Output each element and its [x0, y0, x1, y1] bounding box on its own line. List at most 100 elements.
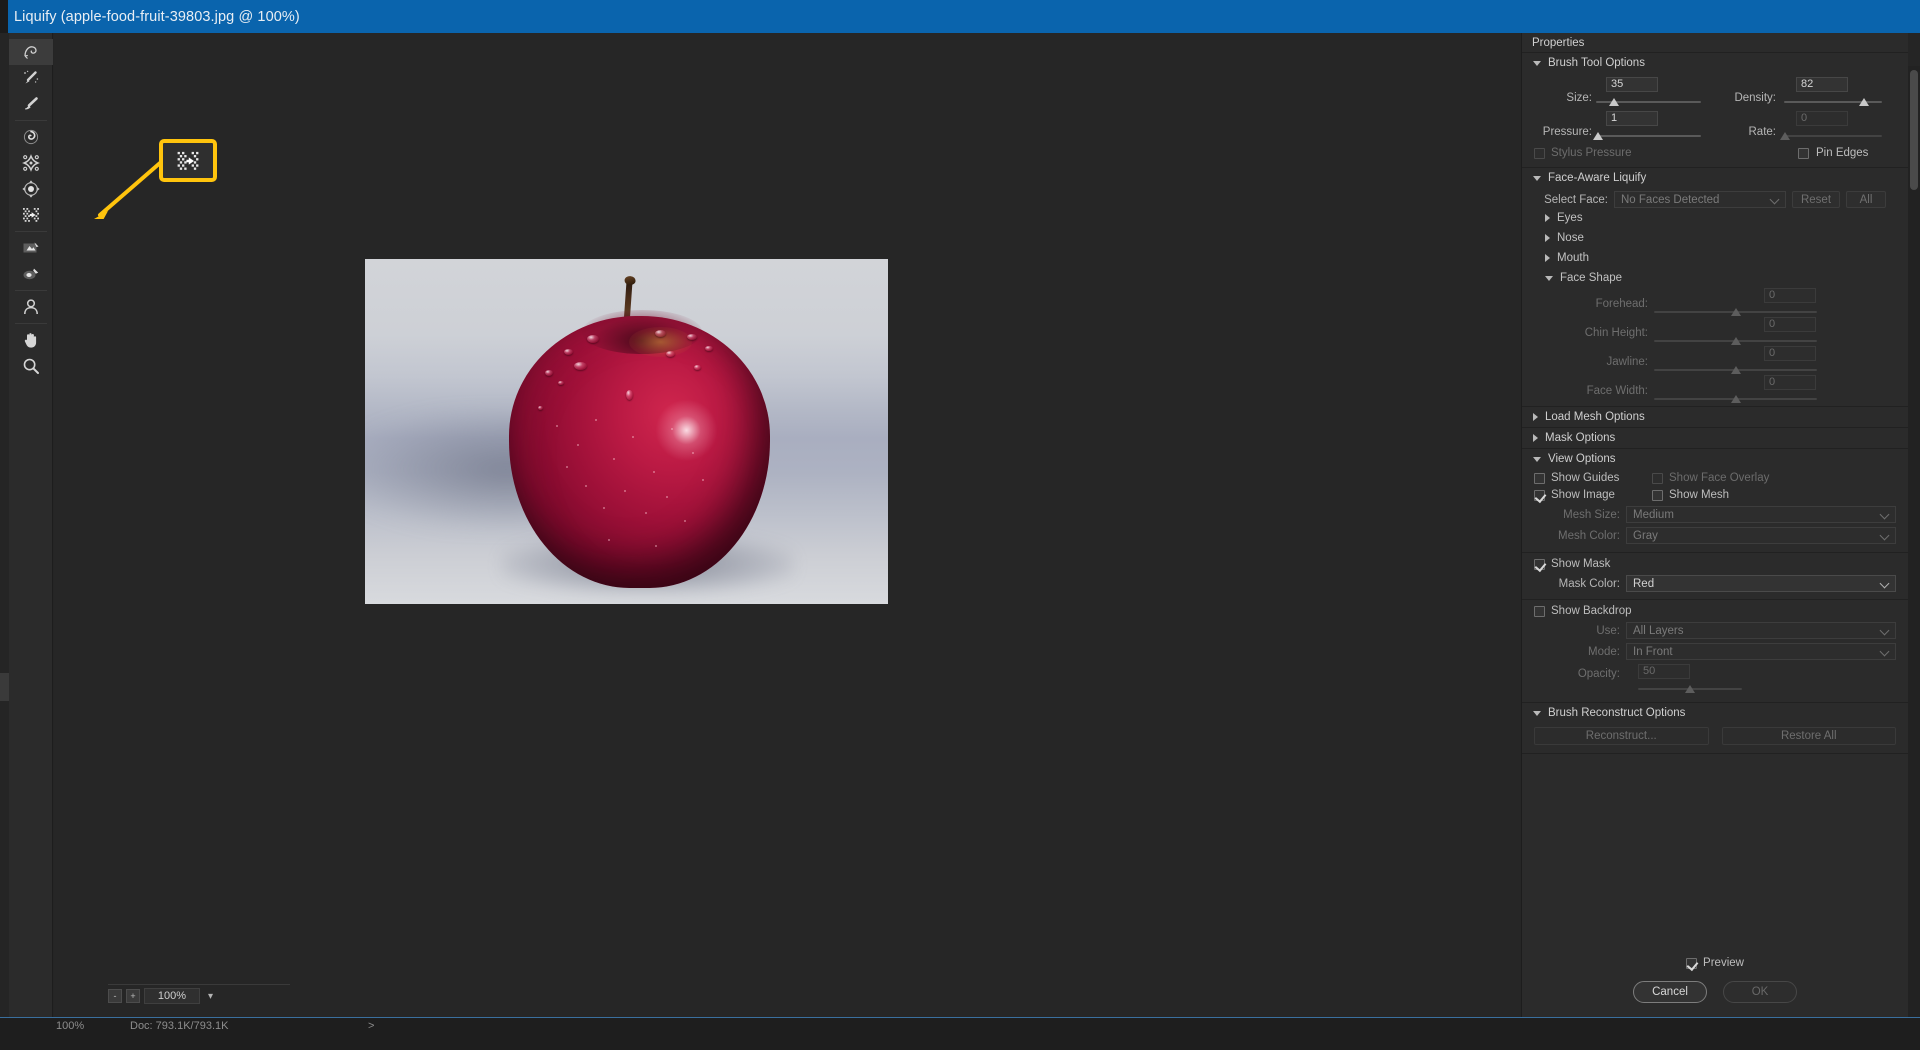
face-tool[interactable] — [9, 294, 53, 320]
stylus-pressure-checkbox[interactable] — [1534, 147, 1545, 159]
jawline-input[interactable]: 0 — [1764, 346, 1816, 361]
twirl-clockwise-tool[interactable] — [9, 124, 53, 150]
status-zoom: 100% — [56, 1020, 85, 1032]
mask-options-header[interactable]: Mask Options — [1522, 428, 1908, 448]
show-guides-checkbox[interactable] — [1534, 472, 1545, 484]
stylus-pressure-row[interactable]: Stylus Pressure — [1534, 147, 1706, 159]
smooth-icon — [25, 97, 38, 110]
forward-warp-tool[interactable] — [9, 39, 53, 65]
zoom-dropdown-icon[interactable]: ▾ — [204, 991, 213, 1002]
dialog-title: Liquify (apple-food-fruit-39803.jpg @ 10… — [14, 8, 300, 25]
properties-scrollbar[interactable] — [1908, 66, 1920, 1050]
backdrop-use-dropdown[interactable]: All Layers — [1626, 622, 1896, 639]
brush-reconstruct-options-header[interactable]: Brush Reconstruct Options — [1522, 703, 1908, 723]
backdrop-mode-dropdown[interactable]: In Front — [1626, 643, 1896, 660]
size-slider[interactable] — [1596, 96, 1701, 108]
show-image-row[interactable]: Show Image — [1534, 489, 1652, 501]
density-slider[interactable] — [1784, 96, 1882, 108]
panel-resize-nub[interactable] — [0, 673, 9, 701]
toolbar-divider-4 — [15, 323, 47, 324]
chevron-down-icon — [1533, 60, 1541, 66]
show-face-overlay-label: Show Face Overlay — [1669, 472, 1770, 484]
show-mesh-checkbox[interactable] — [1652, 489, 1663, 501]
cancel-button[interactable]: Cancel — [1633, 981, 1707, 1003]
pin-edges-checkbox[interactable] — [1798, 147, 1809, 159]
face-aware-liquify-label: Face-Aware Liquify — [1548, 172, 1647, 184]
liquify-toolbar — [9, 33, 53, 1017]
bloat-tool[interactable] — [9, 176, 53, 202]
nose-group-header[interactable]: Nose — [1534, 228, 1896, 248]
show-mesh-row[interactable]: Show Mesh — [1652, 489, 1729, 501]
nose-label: Nose — [1557, 232, 1584, 244]
mask-color-dropdown[interactable]: Red — [1626, 575, 1896, 592]
mesh-size-dropdown[interactable]: Medium — [1626, 506, 1896, 523]
freeze-mask-icon — [23, 242, 39, 253]
select-face-value: No Faces Detected — [1621, 193, 1720, 206]
push-left-tool-callout — [159, 139, 217, 182]
mask-color-label: Mask Color: — [1558, 577, 1620, 590]
chevron-down-icon — [1881, 647, 1890, 656]
view-options-header[interactable]: View Options — [1522, 449, 1908, 469]
chevron-down-icon — [1771, 195, 1780, 204]
brush-tool-options-header[interactable]: Brush Tool Options — [1522, 53, 1908, 73]
load-mesh-options-header[interactable]: Load Mesh Options — [1522, 407, 1908, 427]
show-image-checkbox[interactable] — [1534, 489, 1545, 501]
reset-face-button[interactable]: Reset — [1792, 191, 1840, 208]
pressure-slider[interactable] — [1593, 130, 1701, 142]
smooth-tool[interactable] — [9, 91, 53, 117]
pucker-tool[interactable] — [9, 150, 53, 176]
show-backdrop-checkbox[interactable] — [1534, 605, 1545, 617]
density-label: Density: — [1734, 92, 1776, 104]
rate-input[interactable]: 0 — [1796, 111, 1848, 126]
show-face-overlay-row[interactable]: Show Face Overlay — [1652, 472, 1769, 484]
backdrop-opacity-input[interactable]: 50 — [1638, 664, 1690, 679]
preview-row[interactable]: Preview — [1522, 957, 1908, 969]
pressure-input[interactable]: 1 — [1606, 111, 1658, 126]
rate-slider[interactable] — [1779, 130, 1882, 142]
zoom-out-button[interactable]: - — [108, 989, 122, 1003]
restore-all-button[interactable]: Restore All — [1721, 727, 1896, 745]
eyes-group-header[interactable]: Eyes — [1534, 208, 1896, 228]
all-faces-button[interactable]: All — [1846, 191, 1886, 208]
ok-button[interactable]: OK — [1723, 981, 1797, 1003]
zoom-tool[interactable] — [9, 353, 53, 379]
face-aware-liquify-header[interactable]: Face-Aware Liquify — [1522, 168, 1908, 188]
freeze-mask-tool[interactable] — [9, 235, 53, 261]
title-bar-left-edge — [0, 0, 8, 33]
push-left-tool[interactable] — [9, 202, 53, 228]
reconstruct-button[interactable]: Reconstruct... — [1534, 727, 1709, 745]
brush-reconstruct-body: Reconstruct... Restore All — [1522, 723, 1908, 753]
view-options-section: View Options Show Guides Show Face Overl… — [1522, 449, 1908, 703]
backdrop-opacity-label: Opacity: — [1577, 668, 1620, 680]
backdrop-opacity-slider[interactable] — [1638, 683, 1742, 695]
water-droplet — [655, 329, 667, 337]
thaw-mask-tool[interactable] — [9, 261, 53, 287]
density-input[interactable]: 82 — [1796, 77, 1848, 92]
hand-tool[interactable] — [9, 327, 53, 353]
face-shape-group-header[interactable]: Face Shape — [1534, 268, 1896, 288]
show-guides-row[interactable]: Show Guides — [1534, 472, 1652, 484]
zoom-in-button[interactable]: + — [126, 989, 140, 1003]
show-face-overlay-checkbox[interactable] — [1652, 472, 1663, 484]
show-mask-checkbox[interactable] — [1534, 558, 1545, 570]
show-mesh-label: Show Mesh — [1669, 489, 1730, 501]
show-backdrop-row[interactable]: Show Backdrop — [1534, 605, 1896, 617]
mesh-color-dropdown[interactable]: Gray — [1626, 527, 1896, 544]
face-width-slider[interactable] — [1654, 393, 1817, 405]
water-droplet — [537, 405, 543, 410]
show-mask-row[interactable]: Show Mask — [1534, 558, 1896, 570]
brush-reconstruct-options-section: Brush Reconstruct Options Reconstruct...… — [1522, 703, 1908, 754]
forehead-input[interactable]: 0 — [1764, 288, 1816, 303]
select-face-dropdown[interactable]: No Faces Detected — [1614, 191, 1786, 208]
mouth-group-header[interactable]: Mouth — [1534, 248, 1896, 268]
reconstruct-tool[interactable] — [9, 65, 53, 91]
face-width-input[interactable]: 0 — [1764, 375, 1816, 390]
zoom-level-field[interactable]: 100% — [144, 988, 200, 1004]
size-input[interactable]: 35 — [1606, 77, 1658, 92]
chin-height-input[interactable]: 0 — [1764, 317, 1816, 332]
scrollbar-thumb[interactable] — [1910, 70, 1918, 190]
preview-checkbox[interactable] — [1686, 957, 1698, 969]
jawline-row: Jawline: 0 — [1534, 346, 1896, 375]
pin-edges-row[interactable]: Pin Edges — [1706, 147, 1882, 159]
liquify-canvas[interactable]: - + 100% ▾ — [54, 33, 1521, 1017]
